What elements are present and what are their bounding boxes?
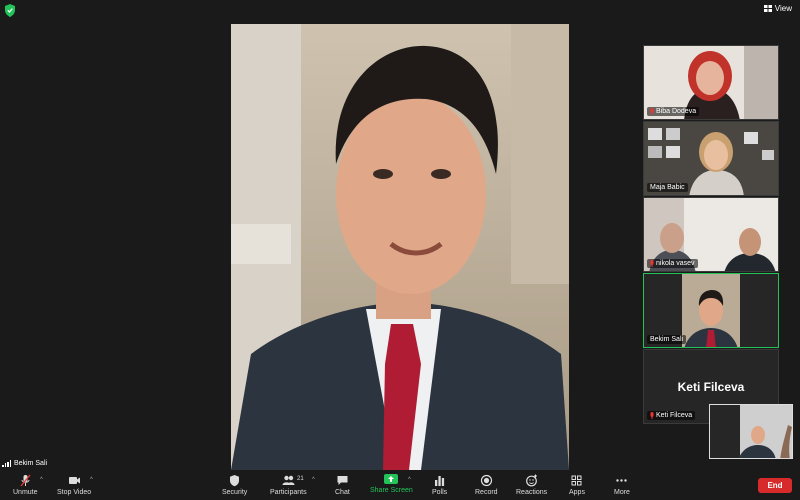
unmute-options-caret[interactable]: ^ — [40, 477, 43, 483]
share-options-caret[interactable]: ^ — [408, 477, 411, 483]
stop-video-button[interactable]: Stop Video — [57, 474, 91, 496]
reactions-button[interactable]: Reactions — [516, 474, 547, 496]
participant-name-label: Keti Filceva — [647, 411, 696, 420]
people-icon — [282, 475, 295, 485]
shield-icon — [230, 475, 240, 487]
participant-tile[interactable]: nikola vasev — [643, 197, 779, 272]
more-dots-icon — [616, 479, 628, 482]
self-view-image — [710, 405, 792, 458]
muted-mic-icon — [20, 474, 31, 487]
self-name-label: Bekim Sali — [2, 460, 47, 467]
meeting-toolbar: Unmute ^ Stop Video ^ Security Participa… — [0, 472, 800, 500]
participant-name-label: Bekim Sali — [647, 335, 687, 344]
chat-bubble-icon — [337, 476, 348, 485]
signal-strength-icon — [2, 460, 11, 467]
video-options-caret[interactable]: ^ — [90, 477, 93, 483]
participant-name-label: nikola vasev — [647, 259, 698, 268]
muted-mic-icon — [650, 260, 654, 267]
video-camera-icon — [68, 477, 80, 484]
smiley-plus-icon — [526, 474, 538, 487]
participant-tile[interactable]: Biba Dodeva — [643, 45, 779, 120]
participant-name-label: Maja Babic — [647, 183, 688, 192]
unmute-button[interactable]: Unmute — [13, 474, 38, 496]
record-icon — [480, 474, 492, 487]
participant-name-label: Biba Dodeva — [647, 107, 700, 116]
main-speaker-video — [231, 24, 569, 470]
chat-button[interactable]: Chat — [335, 474, 350, 496]
more-button[interactable]: More — [614, 474, 630, 496]
polls-button[interactable]: Polls — [432, 474, 447, 496]
apps-icon — [571, 475, 582, 486]
view-button[interactable]: View — [763, 4, 792, 13]
self-view-video[interactable] — [709, 404, 793, 459]
shield-icon[interactable] — [5, 4, 15, 17]
grid-icon — [763, 5, 772, 12]
top-bar: View — [0, 0, 800, 22]
speaker-image — [231, 24, 569, 470]
participant-display-name: Keti Filceva — [677, 380, 745, 394]
participant-tile-active[interactable]: Bekim Sali — [643, 273, 779, 348]
participant-tile[interactable]: Maja Babic — [643, 121, 779, 196]
muted-mic-icon — [650, 108, 654, 115]
security-button[interactable]: Security — [222, 474, 247, 496]
bar-chart-icon — [435, 476, 445, 486]
record-button[interactable]: Record — [475, 474, 498, 496]
view-label: View — [774, 4, 792, 13]
muted-mic-icon — [650, 412, 654, 419]
participants-count-badge: 21 — [297, 476, 304, 482]
share-screen-button[interactable]: Share Screen — [370, 474, 413, 494]
apps-button[interactable]: Apps — [569, 474, 585, 496]
participants-options-caret[interactable]: ^ — [312, 477, 315, 483]
end-meeting-button[interactable]: End — [758, 478, 792, 493]
share-screen-icon — [384, 474, 399, 484]
